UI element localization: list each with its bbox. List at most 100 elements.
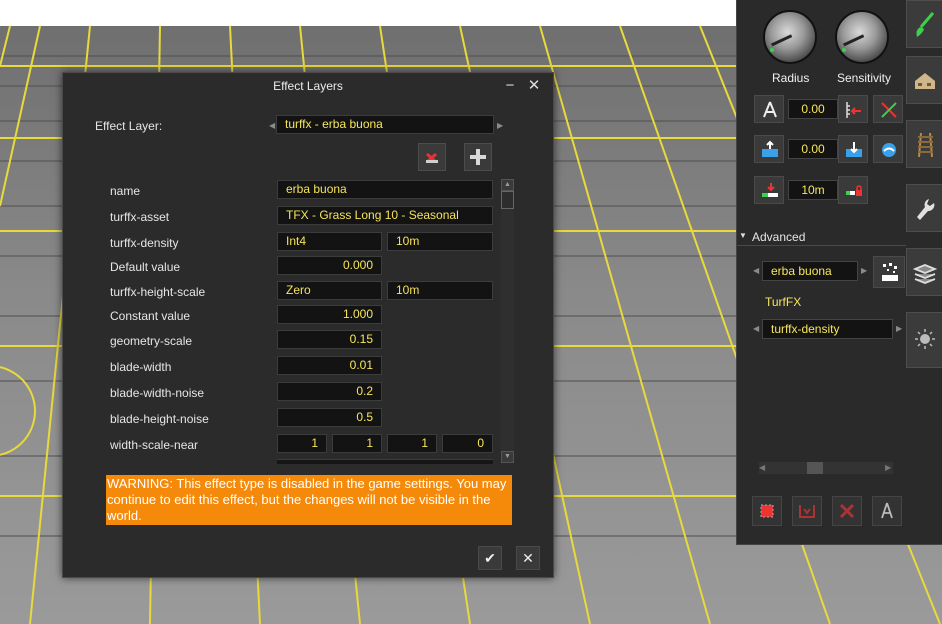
prop-label-density: turffx-density: [110, 236, 179, 250]
paint-button[interactable]: [754, 176, 784, 204]
delete-icon: [426, 152, 438, 164]
radius-knob[interactable]: [763, 10, 817, 64]
prop-label-default-value: Default value: [110, 260, 181, 274]
tab-effects[interactable]: [906, 312, 942, 368]
prop-label-geometry-scale: geometry-scale: [110, 334, 193, 348]
checkmark-icon: ✔: [484, 550, 496, 566]
dialog-title: Effect Layers: [273, 79, 343, 93]
track-icon: [918, 132, 933, 158]
effect-layers-dialog: Effect Layers − ✕ Effect Layer: ◀ turffx…: [62, 72, 554, 578]
measure-button[interactable]: [872, 496, 902, 526]
constant-value-field[interactable]: 1.000: [277, 305, 382, 324]
sensitivity-knob[interactable]: [835, 10, 889, 64]
particles-icon: [882, 263, 898, 281]
close-icon[interactable]: ✕: [524, 76, 544, 96]
sensitivity-label: Sensitivity: [837, 71, 892, 85]
next-row-partial: [277, 459, 493, 464]
raise-value-field[interactable]: 0.00: [788, 139, 838, 159]
clear-icon: [839, 503, 855, 519]
chevron-left-icon[interactable]: ◀: [269, 121, 275, 131]
fill-button[interactable]: [792, 496, 822, 526]
panel-property-select[interactable]: turffx-density: [762, 319, 893, 339]
prop-label-name: name: [110, 184, 141, 198]
compass-small-icon: [881, 502, 893, 519]
width-scale-near-z[interactable]: 1: [387, 434, 437, 453]
asset-field[interactable]: TFX - Grass Long 10 - Seasonal: [277, 206, 493, 225]
tab-track[interactable]: [906, 120, 942, 168]
property-next-icon[interactable]: ▶: [896, 324, 902, 334]
warning-banner: WARNING: This effect type is disabled in…: [106, 475, 512, 525]
scroll-thumb-h[interactable]: [807, 462, 823, 474]
scroll-up-icon[interactable]: ▲: [501, 179, 514, 191]
height-value-field[interactable]: 0.00: [788, 99, 838, 119]
blade-width-noise-field[interactable]: 0.2: [277, 382, 382, 401]
scroll-thumb[interactable]: [501, 191, 514, 209]
prop-label-width-scale-near: width-scale-near: [110, 438, 199, 452]
advanced-label: Advanced: [752, 230, 806, 244]
chevron-right-icon[interactable]: ▶: [497, 121, 503, 131]
tab-layers[interactable]: [906, 248, 942, 296]
layer-prev-icon[interactable]: ◀: [753, 266, 759, 276]
lock-button[interactable]: [838, 176, 868, 204]
plus-icon: [470, 149, 486, 165]
fill-icon: [799, 505, 815, 518]
smooth-button[interactable]: [873, 135, 903, 163]
lower-icon: [846, 142, 862, 157]
effect-layer-select[interactable]: turffx - erba buona: [276, 115, 494, 134]
width-scale-near-x[interactable]: 1: [277, 434, 327, 453]
panel-layer-select[interactable]: erba buona: [762, 261, 858, 281]
prop-label-constant-value: Constant value: [110, 309, 191, 323]
scroll-right-icon[interactable]: ▶: [885, 462, 891, 474]
get-height-button[interactable]: [838, 95, 868, 123]
default-value-field[interactable]: 0.000: [277, 256, 382, 275]
cancel-button[interactable]: ✕: [516, 546, 540, 570]
width-scale-near-w[interactable]: 0: [442, 434, 493, 453]
collapse-arrow-icon[interactable]: ▼: [739, 231, 747, 240]
add-layer-button[interactable]: [464, 143, 492, 171]
turffx-label: TurfFX: [765, 295, 802, 309]
minimize-icon[interactable]: −: [500, 76, 520, 96]
prop-label-asset: turffx-asset: [110, 210, 170, 224]
panel-scrollbar[interactable]: ◀ ▶: [759, 462, 893, 474]
clear-button[interactable]: [832, 496, 862, 526]
select-area-button[interactable]: [752, 496, 782, 526]
density-field[interactable]: Int4: [277, 232, 382, 251]
density-range-field[interactable]: 10m: [387, 232, 493, 251]
lower-button[interactable]: [838, 135, 868, 163]
prop-label-blade-width-noise: blade-width-noise: [110, 386, 205, 400]
height-scale-field[interactable]: Zero: [277, 281, 382, 300]
properties-scrollbar[interactable]: ▲ ▼: [501, 179, 514, 463]
cross-arrow-icon: [881, 102, 897, 118]
name-field[interactable]: erba buona: [277, 180, 493, 199]
layer-next-icon[interactable]: ▶: [861, 266, 867, 276]
cancel-icon: ✕: [522, 550, 534, 566]
blade-height-noise-field[interactable]: 0.5: [277, 408, 382, 427]
reset-height-button[interactable]: [873, 95, 903, 123]
geometry-scale-field[interactable]: 0.15: [277, 330, 382, 349]
delete-layer-button[interactable]: [418, 143, 446, 171]
blade-width-field[interactable]: 0.01: [277, 356, 382, 375]
paint-distance-field[interactable]: 10m: [788, 180, 838, 200]
tab-paint[interactable]: [906, 0, 942, 48]
ok-button[interactable]: ✔: [478, 546, 502, 570]
height-pick-icon: [846, 102, 861, 118]
raise-button[interactable]: [754, 135, 784, 163]
house-icon: [915, 73, 935, 89]
prop-label-blade-width: blade-width: [110, 360, 172, 374]
width-scale-near-y[interactable]: 1: [332, 434, 382, 453]
height-scale-range-field[interactable]: 10m: [387, 281, 493, 300]
property-prev-icon[interactable]: ◀: [753, 324, 759, 334]
layer-effects-button[interactable]: [873, 256, 905, 288]
tab-tools[interactable]: [906, 184, 942, 232]
layers-icon: [913, 264, 937, 284]
select-area-icon: [760, 504, 774, 518]
compass-icon: [763, 101, 777, 118]
scroll-left-icon[interactable]: ◀: [759, 462, 765, 474]
prop-label-height-scale: turffx-height-scale: [110, 285, 206, 299]
height-tool-button[interactable]: [754, 95, 784, 123]
effect-layer-label: Effect Layer:: [95, 119, 163, 133]
raise-icon: [762, 140, 778, 157]
tab-buildings[interactable]: [906, 56, 942, 104]
wrench-icon: [917, 199, 935, 220]
scroll-down-icon[interactable]: ▼: [501, 451, 514, 463]
